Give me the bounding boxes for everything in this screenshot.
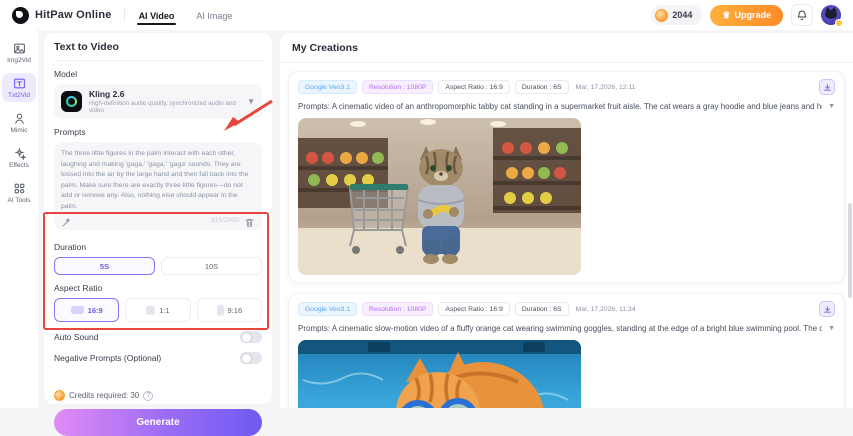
duration-option-10s[interactable]: 10S [161,257,262,275]
aspect-label-text: 9:16 [228,306,243,315]
vip-badge-icon [835,19,843,27]
coin-icon [655,9,668,22]
creation-prompt: Prompts: A cinematic video of an anthrop… [298,102,822,111]
aspect-ratio-label: Aspect Ratio [54,283,262,293]
creation-card: Google Veo3.1 Resolution : 1080P Aspect … [288,71,845,283]
download-button[interactable] [819,79,835,95]
duration-tag: Duration : 6S [515,302,569,316]
sidebar-label: Txt2Vid [8,92,30,99]
duration-option-5s[interactable]: 5S [54,257,155,275]
model-description: High-definition audio quality, synchroni… [89,100,240,114]
download-button[interactable] [819,301,835,317]
portrait-ratio-icon [217,305,224,316]
avatar-cat-image [825,10,837,19]
creation-card: Google Veo3.1 Resolution : 1080P Aspect … [288,293,845,408]
credits-required-text: Credits required: 30 [69,391,139,400]
tab-ai-video[interactable]: AI Video [137,3,177,27]
creation-date: Mar, 17,2026, 12:11 [576,84,636,91]
sidebar-item-effects[interactable]: Effects [2,143,36,172]
auto-sound-toggle[interactable] [240,331,262,343]
brand-name: HitPaw Online [35,9,112,21]
sidebar-item-img2vid[interactable]: Img2Vid [2,38,36,67]
chevron-down-icon: ▼ [247,97,255,106]
sidebar-item-txt2vid[interactable]: Txt2Vid [2,73,36,102]
mimic-icon [13,112,26,125]
aspect-label-text: 1:1 [159,306,169,315]
auto-sound-label: Auto Sound [54,332,98,342]
prompt-text: The three little figures in the palm int… [61,149,255,213]
header-divider [124,9,125,21]
my-creations-title: My Creations [280,33,853,63]
trash-icon[interactable] [244,215,255,226]
sidebar-item-mimic[interactable]: Mimic [2,108,36,137]
sidebar-label: Mimic [11,127,28,134]
help-icon[interactable]: ? [143,391,153,401]
user-avatar[interactable] [821,5,841,25]
aspect-option-1-1[interactable]: 1:1 [125,298,190,322]
kling-model-icon [61,91,82,112]
resolution-tag: Resolution : 1080P [362,302,433,316]
ai-tools-icon [13,182,26,195]
video-thumbnail-supermarket-cat[interactable] [298,118,581,275]
model-name: Kling 2.6 [89,89,240,99]
prompt-textarea[interactable]: The three little figures in the palm int… [54,142,262,230]
resolution-tag: Resolution : 1080P [362,80,433,94]
img2vid-icon [13,42,26,55]
notifications-button[interactable] [791,4,813,26]
vertical-scrollbar[interactable] [848,203,852,298]
landscape-ratio-icon [71,306,84,314]
upgrade-button[interactable]: ♛ Upgrade [710,5,783,26]
effects-icon [13,147,26,160]
sidebar-item-ai-tools[interactable]: AI Tools [2,178,36,207]
rewrite-wand-icon[interactable] [61,215,72,226]
chevron-down-icon[interactable]: ▼ [828,325,835,332]
sidebar-label: AI Tools [7,197,30,204]
video-thumbnail-pool-cat[interactable] [298,340,581,408]
duration-label: Duration [54,242,262,252]
model-label: Model [54,69,262,79]
aspect-option-9-16[interactable]: 9:16 [197,298,262,322]
credits-balance[interactable]: 2044 [651,5,702,25]
square-ratio-icon [146,306,155,315]
negative-prompts-label: Negative Prompts (Optional) [54,353,161,363]
negative-prompts-toggle[interactable] [240,352,262,364]
char-counter: 315/2000 [211,217,239,224]
txt2vid-icon [13,77,26,90]
chevron-down-icon[interactable]: ▼ [828,103,835,110]
duration-tag: Duration : 6S [515,80,569,94]
left-sidebar: Img2Vid Txt2Vid Mimic Effects AI Tools [0,30,38,408]
sidebar-label: Img2Vid [7,57,31,64]
model-tag: Google Veo3.1 [298,302,357,316]
prompts-label: Prompts [54,127,262,137]
aspect-ratio-tag: Aspect Ratio : 16:9 [438,80,509,94]
tab-ai-image[interactable]: AI Image [194,3,234,27]
generate-button[interactable]: Generate [54,409,262,436]
text-to-video-panel: Text to Video Model Kling 2.6 High-defin… [44,33,272,404]
download-icon [823,83,832,92]
sidebar-label: Effects [9,162,29,169]
aspect-option-16-9[interactable]: 16:9 [54,298,119,322]
credits-value: 2044 [672,10,692,20]
upgrade-label: Upgrade [734,10,771,20]
crown-icon: ♛ [722,11,730,20]
top-header: HitPaw Online AI Video AI Image 2044 ♛ U… [0,0,853,30]
my-creations-panel: My Creations Google Veo3.1 Resolution : … [280,33,853,408]
coin-icon [54,390,65,401]
download-icon [823,305,832,314]
aspect-ratio-tag: Aspect Ratio : 16:9 [438,302,509,316]
model-tag: Google Veo3.1 [298,80,357,94]
aspect-label-text: 16:9 [88,306,103,315]
bell-icon [796,9,808,21]
creation-prompt: Prompts: A cinematic slow-motion video o… [298,324,822,333]
hitpaw-logo-icon [12,7,29,24]
panel-title: Text to Video [54,41,262,61]
model-select[interactable]: Kling 2.6 High-definition audio quality,… [54,84,262,119]
creation-date: Mar, 17,2026, 11:34 [576,306,636,313]
